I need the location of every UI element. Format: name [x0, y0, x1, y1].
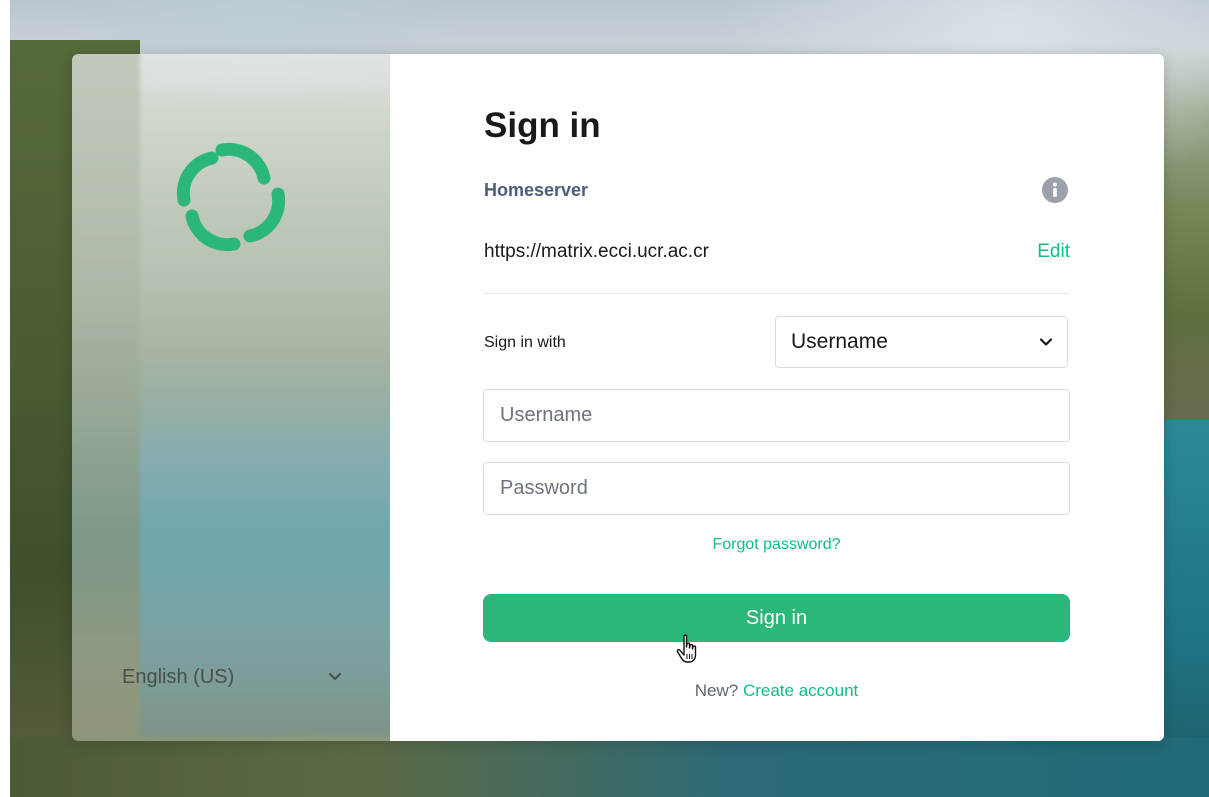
forgot-password-link[interactable]: Forgot password? — [483, 536, 1070, 554]
divider — [484, 293, 1070, 294]
auth-card: English (US) Sign in Homeserver https://… — [72, 54, 1164, 741]
homeserver-url: https://matrix.ecci.ucr.ac.cr — [484, 241, 709, 262]
homeserver-label: Homeserver — [484, 180, 589, 200]
auth-side-panel: English (US) — [72, 54, 390, 741]
sign-in-button[interactable]: Sign in — [483, 594, 1070, 642]
background-ground — [10, 737, 1209, 797]
page-title: Sign in — [484, 106, 601, 145]
sign-in-with-label: Sign in with — [484, 334, 566, 351]
sign-in-button-label: Sign in — [745, 606, 808, 629]
password-input[interactable]: Password — [483, 462, 1070, 515]
sign-in-method-select[interactable]: Username — [775, 316, 1068, 368]
new-prefix: New? — [694, 681, 739, 700]
language-selector[interactable]: English (US) — [122, 662, 342, 692]
create-account-row: New? Create account — [483, 681, 1070, 701]
username-placeholder: Username — [500, 404, 593, 426]
hand-pointer-icon — [676, 634, 697, 663]
sign-in-method-value: Username — [791, 330, 888, 353]
edit-homeserver-link[interactable]: Edit — [1030, 241, 1070, 263]
username-input[interactable]: Username — [483, 389, 1070, 442]
chevron-down-icon — [329, 673, 341, 680]
info-icon[interactable] — [1041, 176, 1069, 204]
chevron-down-icon — [1039, 338, 1053, 346]
create-account-link[interactable]: Create account — [743, 681, 858, 700]
element-logo-icon — [176, 142, 286, 252]
auth-form-panel: Sign in Homeserver https://matrix.ecci.u… — [390, 54, 1164, 741]
forgot-password-label: Forgot password? — [712, 536, 841, 553]
language-selector-label: English (US) — [122, 665, 235, 688]
password-placeholder: Password — [500, 477, 588, 499]
